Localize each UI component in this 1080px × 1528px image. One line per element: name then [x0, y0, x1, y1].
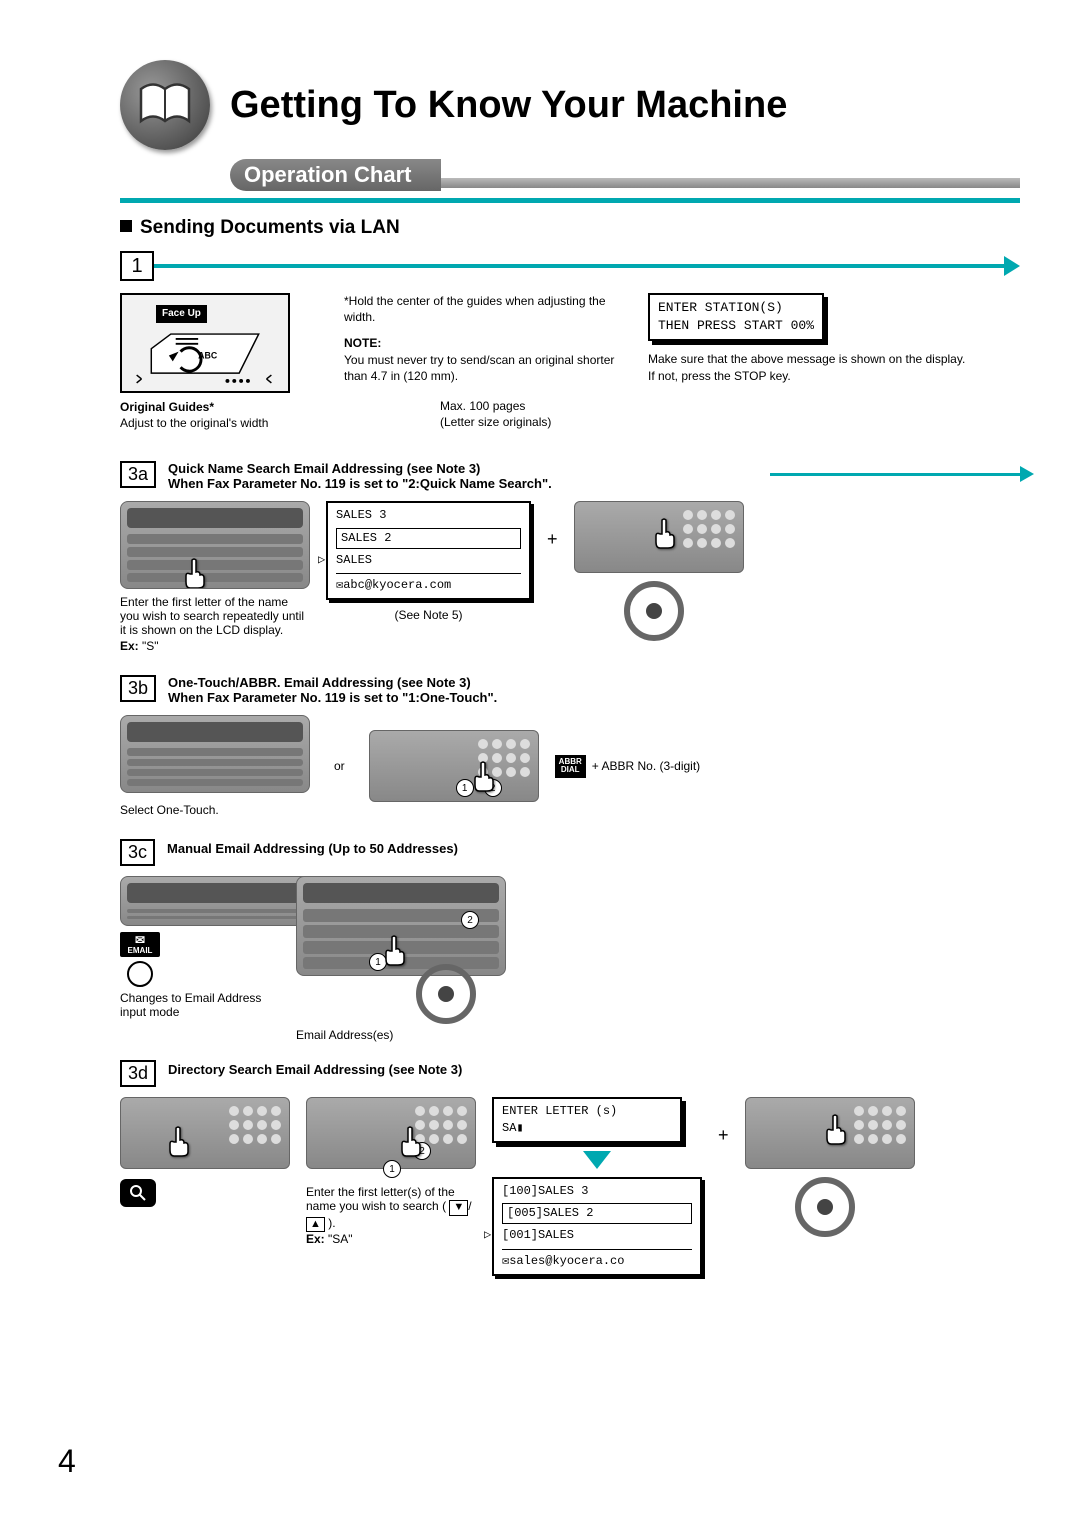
control-panel-3b-right: 1 2: [369, 730, 539, 802]
down-arrow-icon: [583, 1151, 611, 1169]
dpad-icon: [624, 581, 684, 641]
plus-sign-3d: +: [718, 1125, 729, 1146]
note-text: You must never try to send/scan an origi…: [344, 352, 624, 384]
section-heading: Sending Documents via LAN: [120, 217, 1020, 239]
lcd-display-1: ENTER STATION(S) THEN PRESS START 00%: [648, 293, 824, 341]
up-key-icon: ▲: [306, 1217, 325, 1232]
s3a-results: SALES 3 SALES 2 ▷SALES ✉abc@kyocera.com: [326, 501, 531, 600]
s3d-ex-label: Ex:: [306, 1232, 325, 1246]
control-panel-3c-right: 1 2: [296, 876, 506, 976]
lcd-msg1: Make sure that the above message is show…: [648, 352, 965, 366]
dpad-icon-3c: [416, 964, 476, 1024]
abbr-text: + ABBR No. (3-digit): [592, 759, 700, 773]
control-panel-3b-left: [120, 715, 310, 793]
step-3a-num: 3a: [120, 461, 156, 488]
divider: [120, 198, 1020, 203]
book-icon: [120, 60, 210, 150]
s3a-ex-val: "S": [142, 639, 159, 653]
down-key-icon: ▼: [449, 1200, 468, 1215]
step-3d-num: 3d: [120, 1060, 156, 1087]
s3b-select: Select One-Touch.: [120, 803, 310, 817]
s3b-h2: When Fax Parameter No. 119 is set to "1:…: [168, 690, 1020, 705]
lcd-msg2: If not, press the STOP key.: [648, 369, 791, 383]
directory-search-icon: [120, 1179, 156, 1207]
s3d-enter-end: ).: [328, 1216, 335, 1230]
control-panel-3a-right: [574, 501, 744, 573]
plus-sign: +: [547, 529, 558, 550]
s3d-lcd-top: ENTER LETTER (s) SA▮: [492, 1097, 682, 1143]
step-1-bar: 1: [120, 251, 1020, 281]
abbr-dial-icon: ABBRDIAL: [555, 755, 586, 779]
section-subtitle: Operation Chart: [230, 159, 441, 191]
s3a-see-note: (See Note 5): [326, 608, 531, 622]
email-icon: ✉EMAIL: [120, 932, 160, 957]
s3a-h2: When Fax Parameter No. 119 is set to "2:…: [168, 476, 758, 491]
note-label: NOTE:: [344, 336, 381, 350]
page-title: Getting To Know Your Machine: [230, 84, 787, 127]
control-panel-3d-2: 1 2: [306, 1097, 476, 1169]
s3b-h1: One-Touch/ABBR. Email Addressing (see No…: [168, 675, 1020, 690]
s3d-results: [100]SALES 3 [005]SALES 2 ▷[001]SALES ✉s…: [492, 1177, 702, 1276]
s3c-email-addr: Email Address(es): [296, 1028, 506, 1042]
max-pages: Max. 100 pages: [440, 399, 525, 413]
original-guides-illustration: Face Up ABC: [120, 293, 290, 393]
orig-guides-text: Adjust to the original's width: [120, 416, 268, 430]
dpad-icon-3d: [795, 1177, 855, 1237]
control-panel-3a-left: [120, 501, 310, 589]
or-label: or: [334, 759, 345, 773]
step-3c-num: 3c: [120, 839, 155, 866]
orig-guides-label: Original Guides*: [120, 400, 214, 414]
s3d-h: Directory Search Email Addressing (see N…: [168, 1060, 462, 1077]
step-3b-num: 3b: [120, 675, 156, 702]
control-panel-3d-1: [120, 1097, 290, 1169]
s3d-enter: Enter the first letter(s) of the name yo…: [306, 1185, 455, 1213]
s3a-under-panel: Enter the first letter of the name you w…: [120, 595, 310, 637]
s3a-ex-label: Ex:: [120, 639, 139, 653]
s3c-h: Manual Email Addressing (Up to 50 Addres…: [167, 839, 458, 856]
control-panel-3d-3: [745, 1097, 915, 1169]
s3c-changes: Changes to Email Address input mode: [120, 991, 280, 1019]
svg-text:ABC: ABC: [198, 350, 218, 360]
s3a-h1: Quick Name Search Email Addressing (see …: [168, 461, 758, 476]
page-number: 4: [58, 1443, 76, 1480]
step-1-num: 1: [120, 251, 154, 281]
guides-note: *Hold the center of the guides when adju…: [344, 293, 624, 325]
subtitle-bar: [441, 178, 1020, 188]
letter-size: (Letter size originals): [440, 415, 551, 429]
control-panel-3c-left: [120, 876, 310, 926]
s3d-ex-val: "SA": [328, 1232, 353, 1246]
